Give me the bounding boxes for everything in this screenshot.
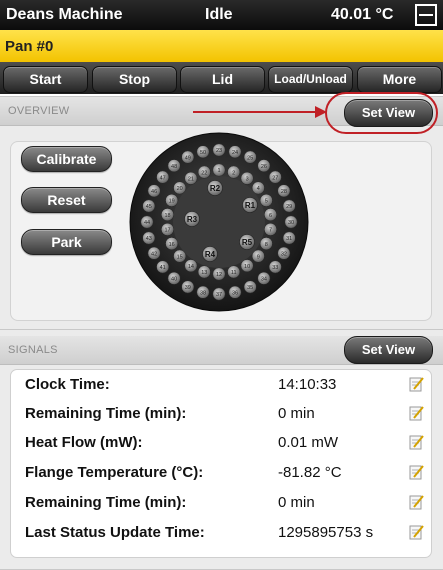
more-button[interactable]: More: [357, 66, 442, 93]
signal-row: Heat Flow (mW): 0.01 mW: [11, 429, 431, 457]
edit-icon[interactable]: [409, 433, 425, 451]
signal-row: Remaining Time (min): 0 min: [11, 489, 431, 517]
edit-icon[interactable]: [409, 463, 425, 481]
signal-label: Clock Time:: [25, 376, 110, 393]
signal-row: Last Status Update Time: 1295895753 s: [11, 519, 431, 547]
signal-label: Heat Flow (mW):: [25, 434, 143, 451]
calibrate-button[interactable]: Calibrate: [21, 146, 112, 172]
status-bar: Deans Machine Idle 40.01 °C: [0, 0, 443, 30]
signal-label: Flange Temperature (°C):: [25, 464, 204, 481]
signal-row: Remaining Time (min): 0 min: [11, 400, 431, 428]
signal-row: Clock Time: 14:10:33: [11, 371, 431, 399]
toolbar: Start Stop Lid Load/Unload More: [0, 62, 443, 94]
signal-value: 14:10:33: [278, 376, 337, 393]
load-unload-button[interactable]: Load/Unload: [268, 66, 353, 93]
overview-title: OVERVIEW: [8, 105, 70, 117]
park-button[interactable]: Park: [21, 229, 112, 255]
signal-row: Flange Temperature (°C): -81.82 °C: [11, 459, 431, 487]
pan-label: Pan #0: [5, 38, 54, 55]
signal-label: Remaining Time (min):: [25, 494, 187, 511]
edit-icon[interactable]: [409, 375, 425, 393]
signal-value: 0 min: [278, 494, 315, 511]
start-button[interactable]: Start: [3, 66, 88, 93]
signal-value: 0.01 mW: [278, 434, 339, 451]
signal-value: 1295895753 s: [278, 524, 374, 541]
edit-icon[interactable]: [409, 523, 425, 541]
lid-button[interactable]: Lid: [180, 66, 265, 93]
menu-toggle-icon[interactable]: [415, 4, 437, 26]
signal-label: Last Status Update Time:: [25, 524, 205, 541]
machine-name: Deans Machine: [6, 6, 123, 23]
signals-set-view-button[interactable]: Set View: [344, 336, 433, 364]
stop-button[interactable]: Stop: [92, 66, 177, 93]
pan-bar: Pan #0: [0, 30, 443, 62]
signal-value: 0 min: [278, 405, 315, 422]
signal-label: Remaining Time (min):: [25, 405, 187, 422]
machine-temperature: 40.01 °C: [331, 6, 394, 23]
edit-icon[interactable]: [409, 493, 425, 511]
signal-value: -81.82 °C: [278, 464, 342, 481]
signals-list: Clock Time: 14:10:33 Remaining Time (min…: [10, 369, 432, 558]
reset-button[interactable]: Reset: [21, 187, 112, 213]
annotation-arrow-line: [193, 111, 317, 113]
machine-status: Idle: [205, 6, 233, 23]
annotation-highlight-oval: [325, 92, 438, 134]
signals-title: SIGNALS: [8, 344, 58, 356]
edit-icon[interactable]: [409, 404, 425, 422]
